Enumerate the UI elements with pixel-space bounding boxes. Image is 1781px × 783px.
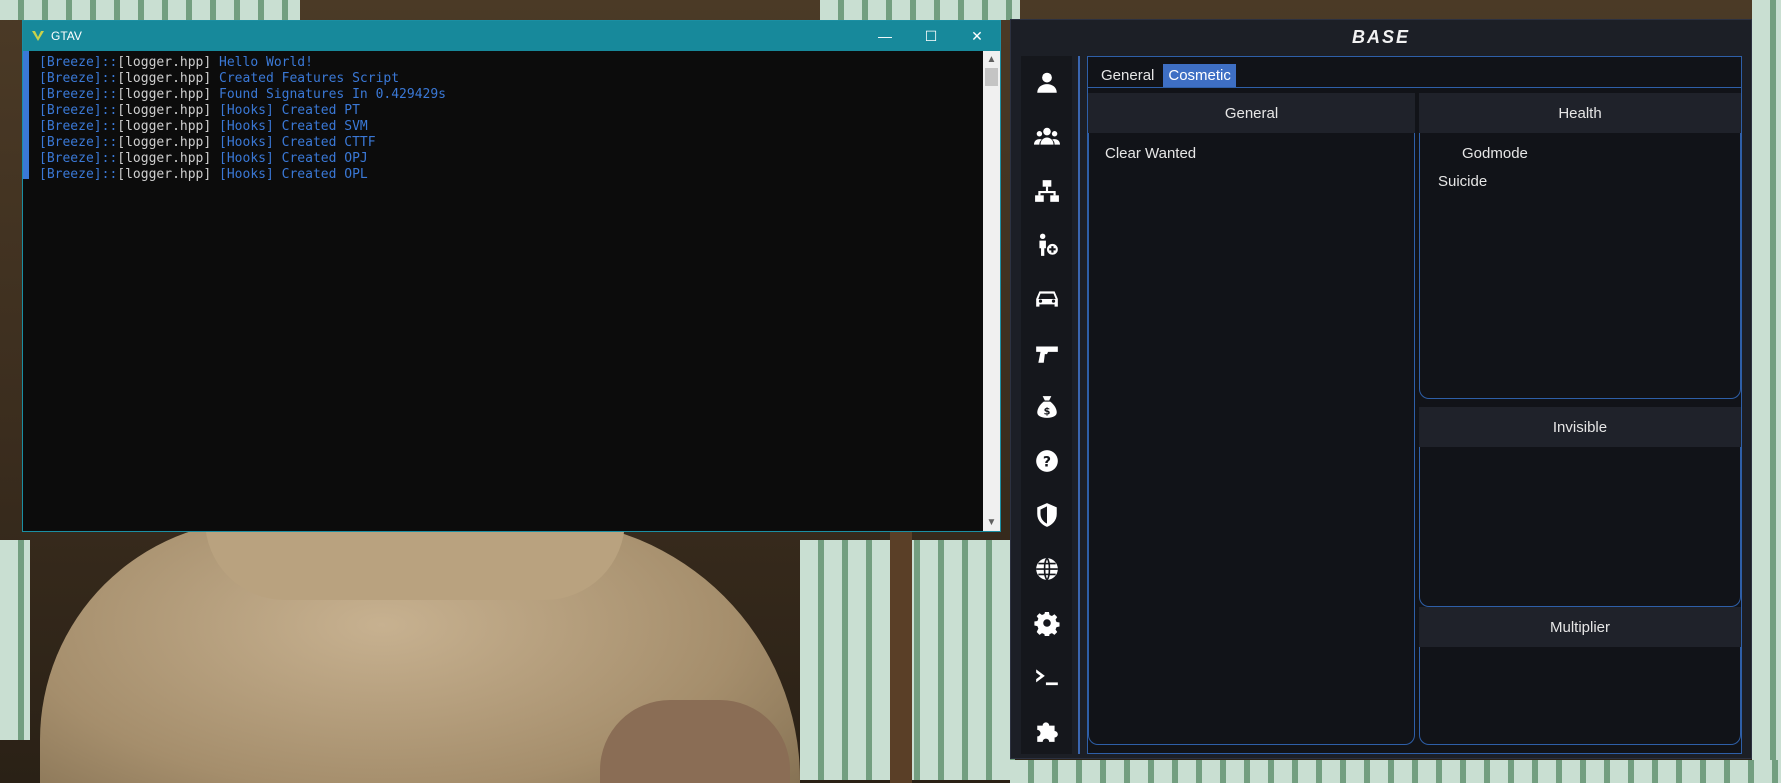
console-line: [Breeze]::[logger.hpp] [Hooks] Created C… bbox=[39, 135, 446, 151]
console-line-message: Hello World! bbox=[211, 55, 313, 70]
console-line: [Breeze]::[logger.hpp] [Hooks] Created O… bbox=[39, 167, 446, 183]
multiplier-section-header: Multiplier bbox=[1419, 607, 1741, 647]
network-icon[interactable] bbox=[1021, 164, 1072, 218]
close-button[interactable]: ✕ bbox=[954, 21, 1000, 51]
console-line-message: [Hooks] Created SVM bbox=[211, 119, 368, 134]
console-output: [Breeze]::[logger.hpp] Hello World! [Bree… bbox=[23, 51, 983, 531]
svg-text:?: ? bbox=[1042, 454, 1050, 470]
console-line: [Breeze]::[logger.hpp] Created Features … bbox=[39, 71, 446, 87]
console-line-file: [logger.hpp] bbox=[117, 151, 212, 166]
terminal-icon[interactable] bbox=[1021, 650, 1072, 704]
tab-general[interactable]: General bbox=[1096, 64, 1159, 87]
globe-icon[interactable] bbox=[1021, 542, 1072, 596]
add-ped-icon[interactable] bbox=[1021, 218, 1072, 272]
self-icon[interactable] bbox=[1021, 56, 1072, 110]
console-window: GTAV — ☐ ✕ [Breeze]::[logger.hpp] Hello … bbox=[22, 20, 1001, 532]
console-line: [Breeze]::[logger.hpp] [Hooks] Created O… bbox=[39, 151, 446, 167]
general-section: Clear Wanted bbox=[1088, 133, 1415, 745]
console-line-tag: [Breeze]:: bbox=[39, 71, 118, 86]
console-scrollbar[interactable]: ▲ ▼ bbox=[983, 51, 1000, 531]
console-line-tag: [Breeze]:: bbox=[39, 119, 118, 134]
general-section-header: General bbox=[1088, 93, 1415, 133]
maximize-button[interactable]: ☐ bbox=[908, 21, 954, 51]
gun-icon[interactable] bbox=[1021, 326, 1072, 380]
console-line-file: [logger.hpp] bbox=[117, 71, 212, 86]
health-section: Godmode Suicide bbox=[1419, 133, 1741, 399]
console-line-file: [logger.hpp] bbox=[117, 167, 212, 182]
multiplier-section bbox=[1419, 647, 1741, 745]
console-line-message: Created Features Script bbox=[211, 71, 400, 86]
console-line-message: [Hooks] Created OPJ bbox=[211, 151, 368, 166]
console-line: [Breeze]::[logger.hpp] [Hooks] Created P… bbox=[39, 103, 446, 119]
menu-sidebar: $ ? bbox=[1021, 56, 1072, 754]
money-bag-icon[interactable]: $ bbox=[1021, 380, 1072, 434]
console-line: [Breeze]::[logger.hpp] [Hooks] Created S… bbox=[39, 119, 446, 135]
clear-wanted-option[interactable]: Clear Wanted bbox=[1105, 145, 1196, 162]
console-line-file: [logger.hpp] bbox=[117, 103, 212, 118]
tab-cosmetic[interactable]: Cosmetic bbox=[1163, 64, 1236, 87]
invisible-section-header: Invisible bbox=[1419, 407, 1741, 447]
invisible-section bbox=[1419, 447, 1741, 607]
console-line-tag: [Breeze]:: bbox=[39, 135, 118, 150]
shield-icon[interactable] bbox=[1021, 488, 1072, 542]
scroll-down-button[interactable]: ▼ bbox=[983, 514, 1000, 531]
svg-text:$: $ bbox=[1043, 407, 1050, 418]
scroll-up-button[interactable]: ▲ bbox=[983, 51, 1000, 68]
console-line-file: [logger.hpp] bbox=[117, 119, 212, 134]
players-icon[interactable] bbox=[1021, 110, 1072, 164]
console-line-message: [Hooks] Created OPL bbox=[211, 167, 368, 182]
health-section-header: Health bbox=[1419, 93, 1741, 133]
gear-icon[interactable] bbox=[1021, 596, 1072, 650]
console-line-message: Found Signatures In 0.429429s bbox=[211, 87, 447, 102]
console-line-message: [Hooks] Created CTTF bbox=[211, 135, 376, 150]
menu-title: BASE bbox=[1351, 26, 1410, 47]
console-line-file: [logger.hpp] bbox=[117, 135, 212, 150]
godmode-option[interactable]: Godmode bbox=[1462, 145, 1528, 162]
car-icon[interactable] bbox=[1021, 272, 1072, 326]
scroll-thumb[interactable] bbox=[985, 68, 998, 86]
console-line-tag: [Breeze]:: bbox=[39, 103, 118, 118]
minimize-button[interactable]: — bbox=[862, 21, 908, 51]
mod-menu: BASE $ ? General Cosmetic General Clear … bbox=[1010, 19, 1752, 759]
question-icon[interactable]: ? bbox=[1021, 434, 1072, 488]
console-line-tag: [Breeze]:: bbox=[39, 151, 118, 166]
console-line-tag: [Breeze]:: bbox=[39, 167, 118, 182]
console-line: [Breeze]::[logger.hpp] Hello World! bbox=[39, 55, 446, 71]
console-line-tag: [Breeze]:: bbox=[39, 87, 118, 102]
console-line-file: [logger.hpp] bbox=[117, 55, 212, 70]
tab-bar: General Cosmetic bbox=[1096, 64, 1236, 87]
console-line-message: [Hooks] Created PT bbox=[211, 103, 360, 118]
gtav-app-icon bbox=[31, 29, 45, 43]
puzzle-icon[interactable] bbox=[1021, 704, 1072, 758]
console-line-file: [logger.hpp] bbox=[117, 87, 212, 102]
console-line: [Breeze]::[logger.hpp] Found Signatures … bbox=[39, 87, 446, 103]
menu-content: General Cosmetic General Clear Wanted He… bbox=[1087, 56, 1742, 754]
console-title: GTAV bbox=[51, 29, 82, 43]
console-line-tag: [Breeze]:: bbox=[39, 55, 118, 70]
console-titlebar[interactable]: GTAV — ☐ ✕ bbox=[23, 21, 1000, 51]
suicide-option[interactable]: Suicide bbox=[1438, 173, 1487, 190]
